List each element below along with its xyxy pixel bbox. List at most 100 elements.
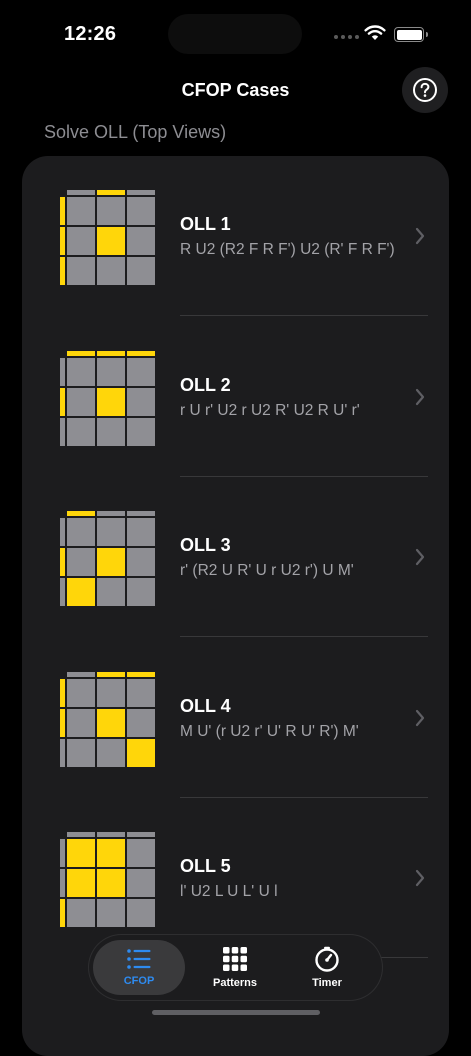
sticker [60, 869, 65, 897]
battery-icon [394, 27, 428, 42]
sticker [67, 869, 95, 897]
sticker [127, 832, 155, 837]
case-row[interactable]: OLL 4 M U' (r U2 r' U' R U' R') M' [22, 638, 449, 798]
sticker [60, 197, 65, 225]
sticker [97, 227, 125, 255]
sticker [127, 548, 155, 576]
case-algorithm: M U' (r U2 r' U' R U' R') M' [180, 722, 359, 740]
chevron-right-icon [415, 709, 425, 726]
sticker [67, 417, 95, 446]
sticker [127, 899, 155, 927]
sticker [127, 869, 155, 897]
sticker [127, 708, 155, 737]
sticker [60, 518, 65, 546]
sticker [60, 387, 65, 416]
sticker [127, 197, 155, 225]
oll-case-list: OLL 1R U2 (R2 F R F') U2 (R' F R F') OLL … [22, 156, 449, 1056]
question-mark-circle-icon [413, 78, 437, 102]
case-name: OLL 1 [180, 214, 231, 234]
sticker [60, 227, 65, 255]
oll-pattern-thumbnail [60, 671, 155, 767]
sticker [60, 417, 65, 446]
sticker [97, 357, 125, 386]
sticker [60, 738, 65, 767]
tab-timer[interactable]: Timer [281, 940, 373, 995]
oll-pattern-thumbnail [60, 190, 155, 285]
case-row[interactable]: OLL 5 l' U2 L U L' U l [22, 798, 449, 958]
sticker [97, 832, 125, 837]
sticker [67, 257, 95, 285]
sticker [97, 738, 125, 767]
sticker [60, 839, 65, 867]
tab-label-patterns: Patterns [212, 977, 258, 989]
dynamic-island [168, 14, 302, 54]
signal-dots-icon [334, 35, 359, 39]
sticker [67, 578, 95, 606]
sticker [97, 518, 125, 546]
status-bar: 12:26 [0, 0, 471, 70]
sticker [127, 578, 155, 606]
sticker [97, 678, 125, 707]
sticker [97, 257, 125, 285]
sticker [127, 678, 155, 707]
sticker [97, 350, 125, 356]
section-header: Solve OLL (Top Views) [44, 122, 227, 142]
sticker [97, 708, 125, 737]
sticker [60, 548, 65, 576]
sticker [127, 190, 155, 195]
sticker [67, 678, 95, 707]
sticker [127, 357, 155, 386]
oll-pattern-thumbnail [60, 350, 155, 446]
sticker [97, 387, 125, 416]
sticker [127, 257, 155, 285]
sticker [97, 548, 125, 576]
tab-bar: CFOP Patterns Timer [89, 935, 382, 1000]
help-button[interactable] [402, 67, 448, 113]
sticker [67, 350, 95, 356]
sticker [97, 869, 125, 897]
case-algorithm: l' U2 L U L' U l [180, 883, 278, 900]
tab-patterns[interactable]: Patterns [189, 940, 281, 995]
sticker [127, 738, 155, 767]
sticker [67, 899, 95, 927]
case-name: OLL 2 [180, 374, 231, 395]
sticker [127, 839, 155, 867]
sticker [67, 357, 95, 386]
oll-pattern-thumbnail [60, 832, 155, 927]
case-algorithm: r U r' U2 r U2 R' U2 R U' r' [180, 401, 360, 419]
tab-cfop[interactable]: CFOP [93, 940, 185, 995]
case-algorithm: R U2 (R2 F R F') U2 (R' F R F') [180, 241, 395, 258]
sticker [127, 227, 155, 255]
sticker [60, 578, 65, 606]
sticker [60, 899, 65, 927]
wifi-icon [364, 25, 386, 40]
chevron-right-icon [415, 388, 425, 405]
sticker [67, 671, 95, 677]
sticker [97, 899, 125, 927]
sticker [97, 190, 125, 195]
sticker [97, 197, 125, 225]
case-row[interactable]: OLL 1 R U2 (R2 F R F') U2 (R' F R F') [22, 156, 449, 316]
case-algorithm: r' (R2 U R' U r U2 r') U M' [180, 562, 354, 579]
sticker [127, 417, 155, 446]
sticker [67, 708, 95, 737]
status-time: 12:26 [64, 23, 117, 45]
chevron-right-icon [415, 548, 425, 566]
sticker [97, 839, 125, 867]
sticker [97, 511, 125, 516]
sticker [67, 511, 95, 516]
sticker [127, 511, 155, 516]
sticker [67, 387, 95, 416]
sticker [67, 839, 95, 867]
sticker [97, 578, 125, 606]
case-row[interactable]: OLL 3 r' (R2 U R' U r U2 r') U M' [22, 477, 449, 637]
case-row[interactable]: OLL 2 r U r' U2 r U2 R' U2 R U' r' [22, 317, 449, 477]
sticker [60, 257, 65, 285]
sticker [67, 548, 95, 576]
sticker [67, 197, 95, 225]
sticker [60, 357, 65, 386]
case-name: OLL 3 [180, 535, 231, 555]
sticker [67, 832, 95, 837]
sticker [67, 738, 95, 767]
sticker [127, 671, 155, 677]
